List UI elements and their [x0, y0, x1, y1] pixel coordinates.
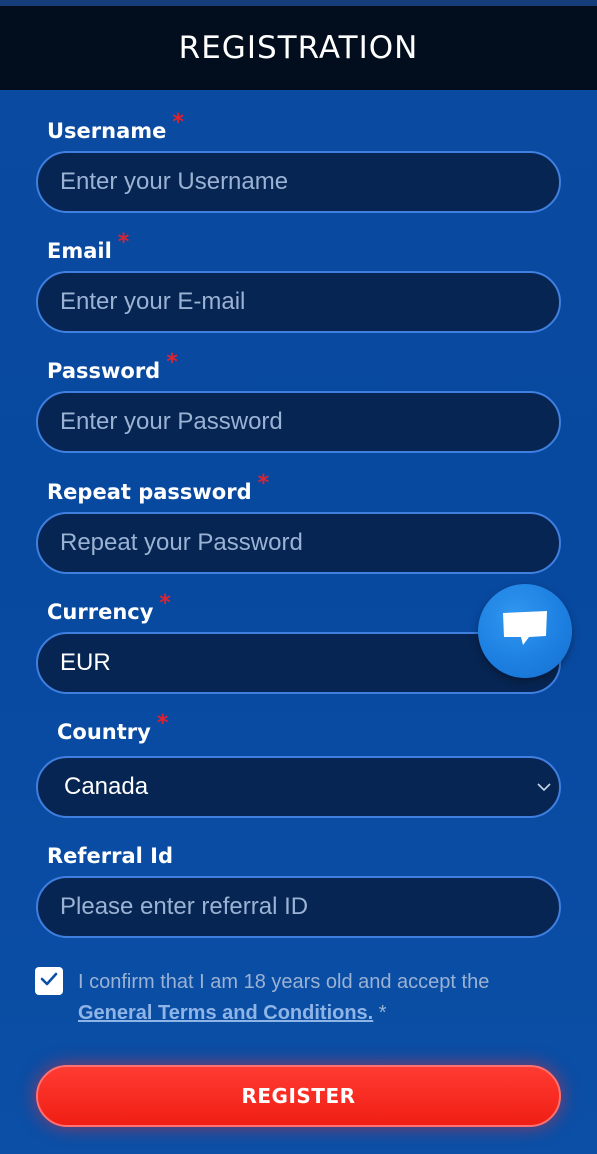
repeat-password-label: Repeat password * [47, 471, 269, 506]
required-mark: * [257, 471, 270, 496]
header: REGISTRATION [0, 6, 597, 90]
consent-required-mark: * [378, 1002, 387, 1024]
username-label: Username * [47, 110, 184, 145]
country-label: Country * [57, 711, 168, 746]
page-title: REGISTRATION [178, 30, 419, 66]
currency-label: Currency * [47, 591, 171, 626]
repeat-password-input[interactable] [60, 529, 537, 557]
email-label: Email * [47, 230, 129, 265]
referral-label-text: Referral Id [47, 844, 174, 868]
password-label: Password * [47, 350, 178, 385]
username-label-text: Username [47, 119, 167, 143]
currency-label-text: Currency [47, 600, 154, 624]
country-select[interactable]: Canada [36, 756, 561, 818]
register-button[interactable]: REGISTER [36, 1065, 561, 1127]
country-label-text: Country [57, 720, 151, 744]
country-value: Canada [64, 773, 149, 800]
repeat-password-field[interactable] [36, 512, 561, 574]
chevron-down-icon[interactable] [535, 778, 553, 796]
referral-input[interactable] [60, 893, 537, 921]
chat-button[interactable] [478, 584, 572, 678]
username-field[interactable] [36, 151, 561, 213]
consent-text: I confirm that I am 18 years old and acc… [78, 967, 548, 1029]
password-input[interactable] [60, 408, 537, 436]
email-field[interactable] [36, 271, 561, 333]
repeat-password-label-text: Repeat password [47, 480, 252, 504]
age-consent-checkbox[interactable] [35, 967, 63, 995]
username-input[interactable] [60, 168, 537, 196]
registration-screen: REGISTRATION Username* Email* Password* … [0, 0, 597, 1154]
checkmark-icon [40, 972, 58, 991]
required-mark: * [156, 711, 169, 736]
referral-label: Referral Id [47, 843, 173, 869]
referral-field[interactable] [36, 876, 561, 938]
password-field[interactable] [36, 391, 561, 453]
email-label-text: Email [47, 239, 112, 263]
terms-link[interactable]: General Terms and Conditions. [78, 1002, 373, 1024]
required-mark: * [172, 110, 184, 135]
required-mark: * [166, 350, 178, 375]
required-mark: * [117, 230, 130, 255]
email-input[interactable] [60, 288, 537, 316]
chat-icon [500, 609, 550, 654]
required-mark: * [159, 591, 171, 616]
password-label-text: Password [47, 359, 161, 383]
consent-statement: I confirm that I am 18 years old and acc… [78, 971, 490, 993]
currency-value: EUR [60, 649, 111, 676]
